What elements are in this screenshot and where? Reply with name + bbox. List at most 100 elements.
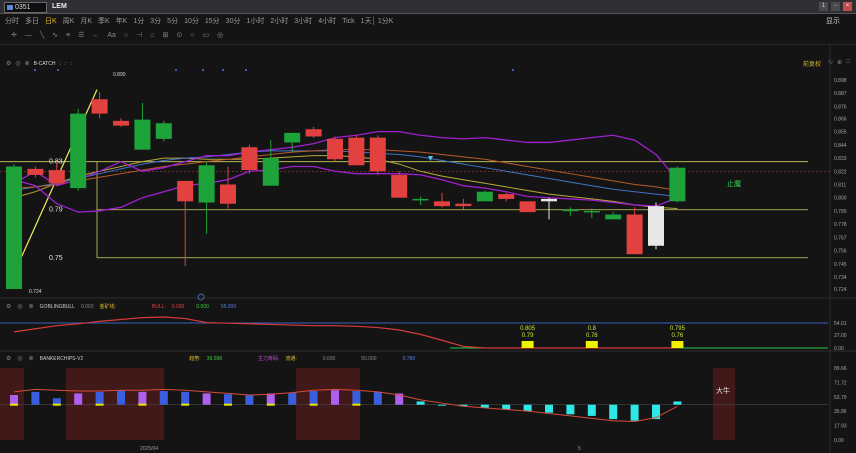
candle-body xyxy=(327,138,343,160)
sub2-bar xyxy=(288,392,297,405)
sub1-label2: 金矿线: xyxy=(99,304,116,310)
close-indicator-icon[interactable]: ⊗ xyxy=(29,355,34,362)
candle-body xyxy=(348,137,365,166)
price-level-label: 0.83 xyxy=(49,159,63,166)
main-annotation: 止魔 xyxy=(727,181,741,188)
sub1-y-tick: 0.00 xyxy=(834,346,844,352)
y-tick-label: 0.734 xyxy=(834,275,847,281)
sub2-bar xyxy=(74,393,83,405)
sub2-annotation: 大牛 xyxy=(716,388,730,395)
y-tick-label: 0.855 xyxy=(834,130,847,136)
sub2-value-b: 50.000 xyxy=(361,355,377,362)
sub2-indicator-info: ⚙ ◎ ⊗ BANKERCHIPS-V2 趋势: 39.098 主力筹码: 流通… xyxy=(6,355,416,363)
low-price-label: 0.724 xyxy=(29,289,42,295)
sub2-y-tick: 35.86 xyxy=(834,409,847,415)
candle-body xyxy=(262,158,279,186)
sub1-bar-label: 0.8 xyxy=(588,326,597,332)
sub1-bar-label: 0.795 xyxy=(670,326,686,332)
sub2-value-a: 0.000 xyxy=(322,355,336,362)
candle-body xyxy=(6,166,22,289)
sub2-y-tick: 71.72 xyxy=(834,380,847,386)
sub2-bar xyxy=(587,404,596,416)
sub2-bar xyxy=(31,391,40,405)
candle-body xyxy=(583,210,600,213)
sub2-y-tick: 17.93 xyxy=(834,424,847,430)
y-tick-label: 0.811 xyxy=(834,183,846,189)
signal-dot xyxy=(512,69,514,71)
y-tick-label: 0.745 xyxy=(834,262,847,268)
candle-body xyxy=(541,198,557,202)
sub1-marker-circle xyxy=(197,293,205,301)
y-tick-label: 0.887 xyxy=(834,91,847,97)
sub1-bar-label: 0.79 xyxy=(522,333,534,339)
candle-body xyxy=(305,129,322,137)
y-tick-label: 0.898 xyxy=(834,78,847,84)
sub2-indicator-name: BANKERCHIPS-V2 xyxy=(39,355,84,362)
candle-body xyxy=(455,203,472,207)
candle-body xyxy=(284,132,301,143)
candle-body xyxy=(113,120,129,126)
sub1-y-tick: 27.00 xyxy=(834,333,847,339)
y-tick-label: 0.822 xyxy=(834,169,847,175)
high-price-label: 0.890 xyxy=(113,72,126,78)
sub1-field5: 55.000 xyxy=(220,303,237,310)
candle-body xyxy=(134,119,151,150)
candle-body xyxy=(498,194,515,199)
candle-body xyxy=(27,168,44,175)
sub2-y-tick: 0.00 xyxy=(834,438,844,444)
y-tick-label: 0.756 xyxy=(834,249,847,255)
eye-icon[interactable]: ◎ xyxy=(17,303,22,310)
sub2-main-label: 主力筹码: xyxy=(257,356,280,362)
sub2-y-tick: 53.79 xyxy=(834,395,847,401)
candle-body xyxy=(369,137,386,172)
candle-body xyxy=(70,113,87,189)
y-tick-label: 0.844 xyxy=(834,143,847,149)
settings-icon[interactable]: ⚙ xyxy=(6,355,11,362)
y-tick-label: 0.866 xyxy=(834,116,847,122)
y-tick-label: 0.767 xyxy=(834,235,847,241)
candle-body xyxy=(391,174,408,198)
sub2-value-c: 0.789 xyxy=(402,355,416,362)
price-level-label: 0.79 xyxy=(49,207,63,214)
sub1-indicator-name: GOBLINGBULL xyxy=(39,303,75,310)
sub1-label3: BULL: xyxy=(151,303,166,310)
close-indicator-icon[interactable]: ⊗ xyxy=(29,303,34,310)
candle-body xyxy=(648,206,664,246)
sub1-bar-label: 0.76 xyxy=(672,333,684,339)
sub2-yellow-tick xyxy=(309,403,318,406)
ma-yellow-line xyxy=(13,155,678,210)
sub1-field1: 0.000 xyxy=(80,303,94,310)
sub2-bar xyxy=(245,395,254,405)
sub1-signal-bar xyxy=(521,341,534,348)
candle-body xyxy=(626,214,643,255)
candle-body xyxy=(155,123,172,139)
sub2-bar xyxy=(566,404,575,415)
y-tick-label: 0.800 xyxy=(834,196,847,202)
signal-dot xyxy=(175,69,177,71)
sub2-bar xyxy=(502,404,511,410)
candle-body xyxy=(220,184,236,204)
eye-icon[interactable]: ◎ xyxy=(17,355,22,362)
sub1-red-line xyxy=(13,316,678,349)
sub2-bar xyxy=(331,390,339,405)
sub1-indicator-info: ⚙ ◎ ⊗ GOBLINGBULL 0.000 金矿线: BULL: 0.000… xyxy=(6,303,237,311)
sub2-bar xyxy=(630,404,639,421)
sub1-y-tick: 54.01 xyxy=(834,321,847,327)
candle-body xyxy=(198,165,215,203)
sub1-field3: 0.000 xyxy=(171,303,185,310)
ma-blue-line xyxy=(13,150,678,198)
sub2-trend-label: 趋势: xyxy=(189,356,201,362)
sub2-bar xyxy=(438,404,446,406)
signal-dot xyxy=(245,69,247,71)
sub1-bar-label: 0.78 xyxy=(586,333,598,339)
y-tick-label: 0.778 xyxy=(834,222,847,228)
sub2-trend-value: 39.098 xyxy=(206,355,222,362)
candle-body xyxy=(605,214,622,220)
price-level-label: 0.75 xyxy=(49,255,63,262)
y-tick-label: 0.789 xyxy=(834,209,847,215)
sub2-bar xyxy=(202,393,211,405)
date-label: 2025/04 xyxy=(140,446,159,452)
settings-icon[interactable]: ⚙ xyxy=(6,303,11,310)
candle-body xyxy=(669,167,686,202)
sub2-bar xyxy=(416,401,425,405)
